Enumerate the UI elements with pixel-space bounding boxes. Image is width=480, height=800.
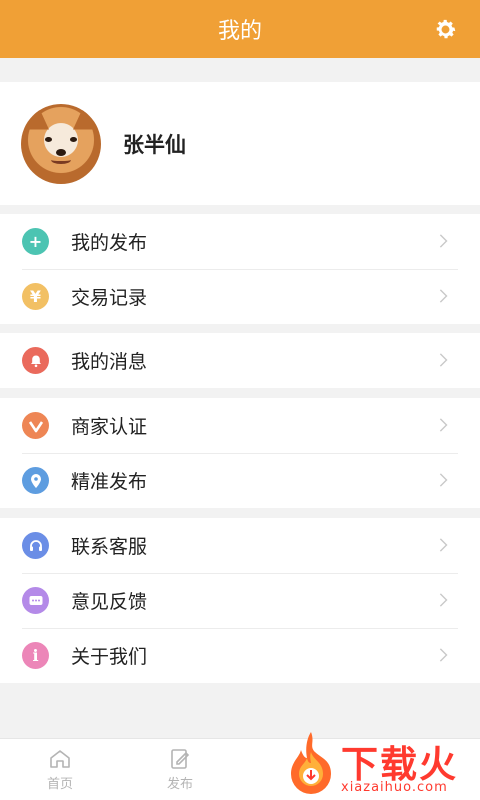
menu-item-label: 我的发布 [71, 232, 148, 254]
menu-item-merchant-verify[interactable]: 商家认证 [0, 398, 480, 453]
tab-label: 首页 [46, 777, 73, 792]
avatar[interactable] [21, 103, 101, 184]
avatar-nose [56, 148, 66, 156]
chevron-right-icon [439, 473, 448, 487]
menu-item-label: 联系客服 [71, 536, 148, 558]
chevron-right-icon [439, 289, 448, 303]
tab-home[interactable]: 首页 [0, 739, 120, 800]
menu-item-label: 意见反馈 [71, 591, 148, 613]
chevron-right-icon [439, 648, 448, 662]
flame-logo-icon [291, 732, 331, 794]
chevron-right-icon [439, 234, 448, 248]
gear-icon[interactable] [433, 17, 458, 42]
page-title: 我的 [217, 19, 262, 44]
edit-icon [171, 749, 190, 769]
menu-item-precise-publish[interactable]: 精准发布 [0, 453, 480, 508]
chevron-right-icon [439, 353, 448, 367]
menu-group-support: 联系客服 意见反馈 i 关于我们 [0, 518, 480, 683]
menu-item-label: 关于我们 [71, 646, 148, 668]
menu-item-feedback[interactable]: 意见反馈 [0, 573, 480, 628]
tab-label: 发布 [166, 777, 193, 792]
avatar-eye [45, 136, 52, 142]
headset-icon [22, 532, 49, 559]
menu-group-messages: 我的消息 [0, 333, 480, 388]
menu-item-label: 精准发布 [71, 471, 148, 493]
watermark-url: xiazaihuo.com [341, 780, 448, 795]
chevron-right-icon [439, 593, 448, 607]
avatar-eye [70, 136, 77, 142]
avatar-mouth [51, 156, 71, 164]
menu-item-customer-service[interactable]: 联系客服 [0, 518, 480, 573]
menu-item-about-us[interactable]: i 关于我们 [0, 628, 480, 683]
profile-card[interactable]: 张半仙 [0, 82, 480, 205]
avatar-ear [73, 105, 95, 130]
chevron-right-icon [439, 418, 448, 432]
menu-group-merchant: 商家认证 精准发布 [0, 398, 480, 508]
plus-icon: + [22, 228, 49, 255]
menu-item-label: 交易记录 [71, 287, 148, 309]
home-icon [50, 750, 70, 768]
info-icon: i [22, 642, 49, 669]
chevron-right-icon [439, 538, 448, 552]
username: 张半仙 [123, 132, 186, 157]
watermark: 下载火 xiazaihuo.com [281, 730, 476, 798]
chat-bubble-icon [22, 587, 49, 614]
menu-item-label: 我的消息 [71, 351, 148, 373]
menu-item-messages[interactable]: 我的消息 [0, 333, 480, 388]
menu-item-label: 商家认证 [71, 416, 148, 438]
yen-icon: ¥ [22, 283, 49, 310]
v-badge-icon [22, 412, 49, 439]
menu-item-transactions[interactable]: ¥ 交易记录 [0, 269, 480, 324]
avatar-ear [27, 105, 49, 130]
menu-group-publish: + 我的发布 ¥ 交易记录 [0, 214, 480, 324]
bell-icon [22, 347, 49, 374]
tab-publish[interactable]: 发布 [120, 739, 240, 800]
location-pin-icon [22, 467, 49, 494]
app-header: 我的 [0, 0, 480, 58]
menu-item-my-posts[interactable]: + 我的发布 [0, 214, 480, 269]
